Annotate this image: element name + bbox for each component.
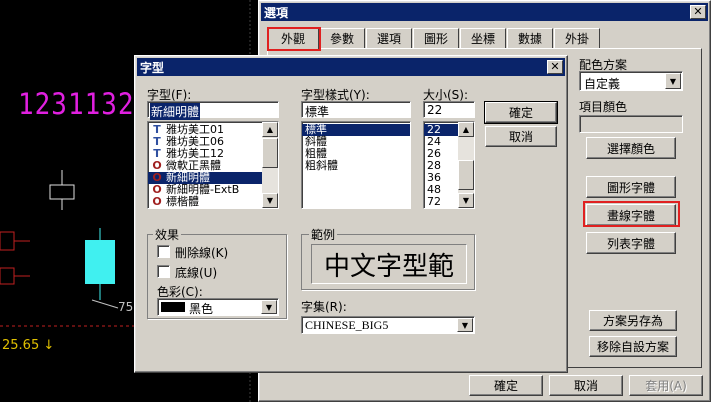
- close-icon[interactable]: ✕: [547, 60, 563, 74]
- options-title: 選項: [264, 5, 289, 20]
- options-titlebar: 選項 ✕: [261, 3, 708, 21]
- chart-number-label: 1231132: [18, 88, 135, 122]
- scheme-select[interactable]: 自定義 ▼: [579, 71, 683, 91]
- opentype-icon: O: [152, 195, 162, 208]
- charset-value: CHINESE_BIG5: [305, 318, 389, 332]
- chart-box: [0, 267, 15, 285]
- size-list[interactable]: 22 24 26 28 36 48 72 ▲ ▼: [423, 121, 475, 209]
- font-cancel-button[interactable]: 取消: [485, 126, 557, 147]
- button-label: 選擇顏色: [606, 141, 655, 156]
- sample-text: 中文字型範: [323, 251, 454, 282]
- font-list-item[interactable]: O 標楷體: [148, 196, 278, 208]
- tab-label: 圖形: [423, 32, 448, 46]
- underline-checkbox[interactable]: [157, 265, 170, 278]
- font-ok-button[interactable]: 確定: [484, 101, 558, 124]
- scroll-down-icon[interactable]: ▼: [262, 193, 278, 208]
- strikeout-label: 刪除線(K): [175, 246, 229, 260]
- button-label: 方案另存為: [602, 314, 663, 328]
- size-input[interactable]: 22: [423, 101, 475, 118]
- button-label: 確定: [493, 379, 518, 393]
- scroll-thumb[interactable]: [262, 138, 278, 168]
- tab-label: 外掛: [564, 32, 589, 46]
- style-input-value: 標準: [305, 105, 330, 119]
- chart-annotation-line: [91, 299, 119, 309]
- style-list[interactable]: 標準 斜體 粗體 粗斜體: [301, 121, 411, 209]
- item-color-swatch[interactable]: [579, 115, 683, 133]
- sample-preview: 中文字型範: [311, 244, 467, 284]
- font-list-scrollbar[interactable]: ▲ ▼: [262, 122, 278, 208]
- button-label: 取消: [508, 130, 533, 144]
- chevron-down-icon[interactable]: ▼: [665, 73, 681, 89]
- font-dialog-title: 字型: [140, 60, 165, 75]
- chart-box: [0, 231, 15, 251]
- select-color-button[interactable]: 選擇顏色: [586, 137, 676, 159]
- tab-coordinates[interactable]: 坐標: [460, 28, 506, 48]
- strikeout-checkbox[interactable]: [157, 245, 170, 258]
- options-cancel-button[interactable]: 取消: [549, 375, 623, 396]
- chart-font-button[interactable]: 圖形字體: [586, 176, 676, 198]
- button-label: 圖形字體: [606, 180, 655, 195]
- options-ok-button[interactable]: 確定: [469, 375, 543, 396]
- style-list-item[interactable]: 粗斜體: [302, 160, 410, 172]
- scroll-down-icon[interactable]: ▼: [458, 193, 474, 208]
- candle-body: [85, 240, 115, 284]
- style-input[interactable]: 標準: [301, 101, 411, 119]
- list-font-button[interactable]: 列表字體: [586, 232, 676, 254]
- tab-parameters[interactable]: 參數: [319, 28, 365, 48]
- style-list-items: 標準 斜體 粗體 粗斜體: [302, 122, 410, 172]
- button-label: 移除自設方案: [596, 340, 669, 354]
- tab-plugins[interactable]: 外掛: [554, 28, 600, 48]
- tab-label: 參數: [329, 32, 354, 46]
- scroll-thumb[interactable]: [458, 160, 474, 190]
- chart-tick-label: 75: [118, 300, 134, 314]
- tab-highlight: [267, 27, 321, 51]
- font-list-items: T 雅坊美工01 T 雅坊美工06 T 雅坊美工12 O 微軟正黑體 O 新細明體 O 新細明體-Ex…: [148, 122, 278, 208]
- scroll-up-icon[interactable]: ▲: [458, 122, 474, 137]
- button-label: 套用(A): [645, 379, 687, 393]
- color-value: 黑色: [189, 302, 214, 316]
- color-select[interactable]: 黑色 ▼: [157, 298, 279, 316]
- close-icon[interactable]: ✕: [690, 5, 706, 19]
- remove-scheme-button[interactable]: 移除自設方案: [589, 336, 677, 357]
- font-input[interactable]: 新細明體: [147, 101, 279, 120]
- font-input-value: 新細明體: [150, 103, 201, 120]
- scheme-value: 自定義: [584, 77, 621, 91]
- tab-graphics[interactable]: 圖形: [413, 28, 459, 48]
- charset-select[interactable]: CHINESE_BIG5 ▼: [301, 316, 475, 334]
- item-color-label: 項目顏色: [579, 100, 628, 114]
- tab-data[interactable]: 數據: [507, 28, 553, 48]
- font-dialog: 字型 ✕ 字型(F): 新細明體 T 雅坊美工01 T 雅坊美工06 T 雅坊美工12 O 微…: [134, 55, 568, 373]
- line-font-highlight: [583, 201, 680, 227]
- font-list[interactable]: T 雅坊美工01 T 雅坊美工06 T 雅坊美工12 O 微軟正黑體 O 新細明體 O 新細明體-Ex…: [147, 121, 279, 209]
- apply-button[interactable]: 套用(A): [629, 375, 703, 396]
- button-label: 取消: [573, 379, 598, 393]
- tab-options[interactable]: 選項: [366, 28, 412, 48]
- chevron-down-icon[interactable]: ▼: [457, 318, 473, 332]
- charset-label: 字集(R):: [301, 300, 347, 314]
- font-dialog-titlebar: 字型 ✕: [137, 58, 565, 76]
- tab-label: 數據: [517, 32, 542, 46]
- scroll-up-icon[interactable]: ▲: [262, 122, 278, 137]
- chevron-down-icon[interactable]: ▼: [261, 300, 277, 314]
- size-list-scrollbar[interactable]: ▲ ▼: [458, 122, 474, 208]
- tab-label: 坐標: [470, 32, 495, 46]
- save-scheme-button[interactable]: 方案另存為: [589, 310, 677, 331]
- underline-label: 底線(U): [175, 266, 218, 280]
- button-label: 確定: [508, 106, 533, 120]
- tab-label: 選項: [376, 32, 401, 46]
- font-list-item-label: 標楷體: [166, 195, 199, 208]
- effects-label: 效果: [153, 226, 182, 243]
- size-input-value: 22: [427, 103, 443, 117]
- color-swatch: [161, 302, 185, 312]
- sample-label: 範例: [309, 226, 338, 243]
- button-label: 列表字體: [606, 236, 655, 251]
- candle-body: [49, 184, 75, 200]
- chart-price-label: 25.65 ↓: [2, 338, 55, 353]
